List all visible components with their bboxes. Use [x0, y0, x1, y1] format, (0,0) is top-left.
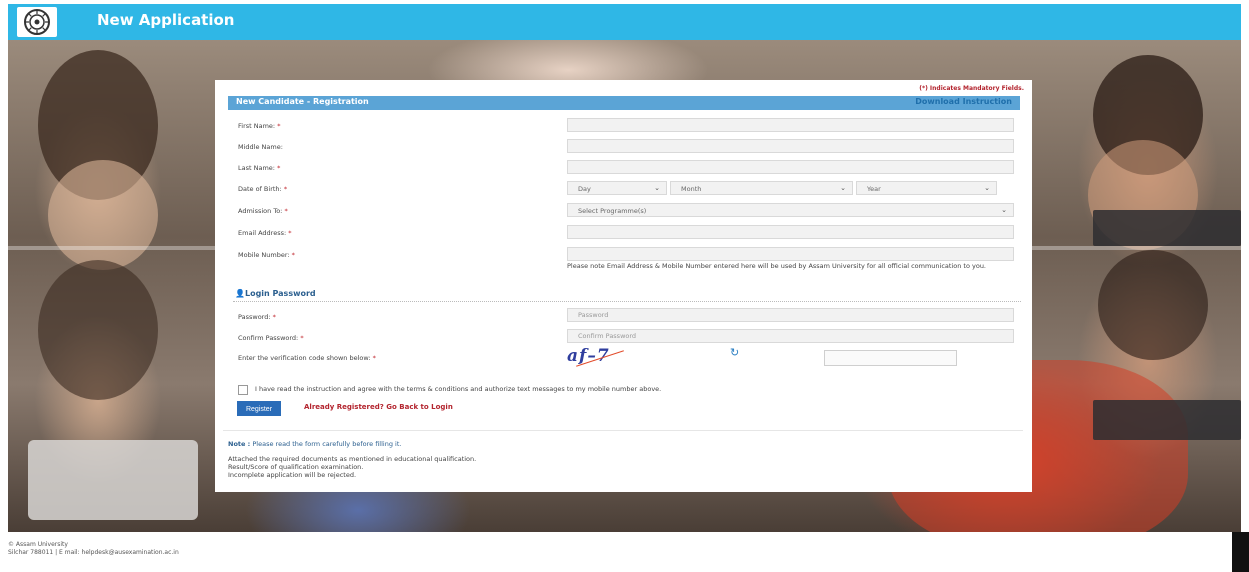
mobile-input[interactable]: [567, 247, 1014, 261]
chevron-down-icon: ⌄: [984, 184, 990, 192]
footer-contact: Silchar 788011 | E mail: helpdesk@ausexa…: [8, 549, 179, 556]
list-item: Attached the required documents as menti…: [228, 455, 477, 463]
confirm-password-label: Confirm Password: *: [238, 334, 304, 342]
university-logo: [17, 7, 57, 37]
list-item: Incomplete application will be rejected.: [228, 471, 357, 479]
download-instruction-link[interactable]: Download Instruction: [915, 97, 1012, 106]
footer-copyright: © Assam University: [8, 541, 68, 548]
login-password-heading: 👤Login Password: [235, 289, 316, 298]
registration-title: New Candidate - Registration: [236, 97, 369, 106]
contact-note: Please note Email Address & Mobile Numbe…: [567, 262, 986, 270]
chevron-down-icon: ⌄: [654, 184, 660, 192]
requirements-list: Attached the required documents as menti…: [228, 455, 476, 479]
last-name-input[interactable]: [567, 160, 1014, 174]
app-title: New Application: [97, 11, 235, 29]
user-icon: 👤: [235, 289, 245, 298]
middle-name-input[interactable]: [567, 139, 1014, 153]
password-input[interactable]: Password: [567, 308, 1014, 322]
middle-name-label: Middle Name:: [238, 143, 283, 151]
chevron-down-icon: ⌄: [840, 184, 846, 192]
registration-header: New Candidate - Registration Download In…: [228, 96, 1020, 110]
dob-day-select[interactable]: Day ⌄: [567, 181, 667, 195]
confirm-password-input[interactable]: Confirm Password: [567, 329, 1014, 343]
dob-year-select[interactable]: Year ⌄: [856, 181, 997, 195]
email-input[interactable]: [567, 225, 1014, 239]
captcha-image: af–7: [567, 346, 637, 370]
email-label: Email Address: *: [238, 229, 292, 237]
last-name-label: Last Name: *: [238, 164, 281, 172]
first-name-input[interactable]: [567, 118, 1014, 132]
password-label: Password: *: [238, 313, 276, 321]
mandatory-note: (*) Indicates Mandatory Fields.: [919, 85, 1024, 92]
chevron-down-icon: ⌄: [1001, 206, 1007, 214]
back-to-login-link[interactable]: Already Registered? Go Back to Login: [304, 403, 453, 411]
registration-panel: (*) Indicates Mandatory Fields. New Cand…: [215, 80, 1032, 492]
note-line: Note : Please read the form carefully be…: [228, 440, 402, 448]
admission-label: Admission To: *: [238, 207, 288, 215]
terms-text: I have read the instruction and agree wi…: [255, 385, 662, 393]
first-name-label: First Name: *: [238, 122, 281, 130]
top-bar: New Application: [8, 4, 1241, 40]
terms-checkbox[interactable]: [238, 385, 248, 395]
dob-label: Date of Birth: *: [238, 185, 288, 193]
mobile-label: Mobile Number: *: [238, 251, 295, 259]
refresh-captcha-icon[interactable]: ↻: [730, 346, 739, 359]
dob-month-select[interactable]: Month ⌄: [670, 181, 853, 195]
captcha-label: Enter the verification code shown below:…: [238, 354, 376, 362]
register-button[interactable]: Register: [237, 401, 281, 416]
programme-select[interactable]: Select Programme(s) ⌄: [567, 203, 1014, 217]
list-item: Result/Score of qualification examinatio…: [228, 463, 364, 471]
footer: © Assam University Silchar 788011 | E ma…: [8, 541, 179, 557]
captcha-input[interactable]: [824, 350, 957, 366]
